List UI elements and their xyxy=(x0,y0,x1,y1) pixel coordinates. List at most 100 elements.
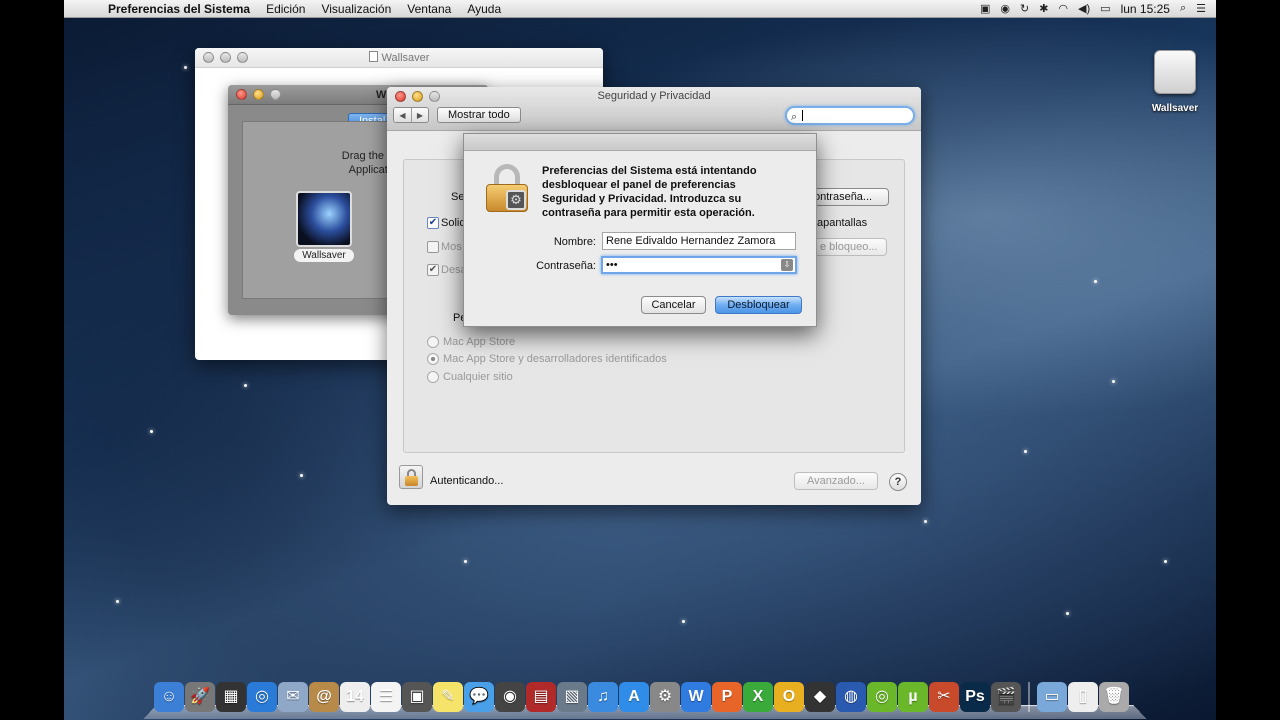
close-button[interactable] xyxy=(203,52,214,63)
utorrent-icon[interactable]: µ xyxy=(898,682,928,712)
minimize-button[interactable] xyxy=(253,89,264,100)
wallsaver-app-label: Wallsaver xyxy=(294,249,354,262)
wifi-icon[interactable]: ◠ xyxy=(1058,2,1068,15)
appstore-icon[interactable]: A xyxy=(619,682,649,712)
security-titlebar[interactable]: Seguridad y Privacidad ◀ ▶ Mostrar todo … xyxy=(387,87,921,131)
excel-icon[interactable]: X xyxy=(743,682,773,712)
screen-record-icon[interactable]: ▣ xyxy=(980,2,990,15)
bluetooth-icon[interactable]: ✱ xyxy=(1039,2,1048,15)
time-machine-icon[interactable]: ↻ xyxy=(1020,2,1029,15)
name-field[interactable]: Rene Edivaldo Hernandez Zamora xyxy=(602,232,796,250)
cancel-button[interactable]: Cancelar xyxy=(641,296,706,314)
messages-icon[interactable]: 💬 xyxy=(464,682,494,712)
mail-icon[interactable]: ✉ xyxy=(278,682,308,712)
reminders-icon[interactable]: ☰ xyxy=(371,682,401,712)
show-message-checkbox[interactable] xyxy=(427,241,439,253)
unlock-button[interactable]: Desbloquear xyxy=(715,296,802,314)
password-field[interactable]: ••• ⇩ xyxy=(601,256,797,274)
require-password-checkbox[interactable]: ✔ xyxy=(427,217,439,229)
show-message-label: Mos xyxy=(441,241,462,253)
calendar-icon[interactable]: 14 xyxy=(340,682,370,712)
clapper-icon[interactable]: 🎬 xyxy=(991,682,1021,712)
menu-ayuda[interactable]: Ayuda xyxy=(467,2,501,16)
finder-icon[interactable]: ☺ xyxy=(154,682,184,712)
dock-separator xyxy=(1028,682,1030,712)
zoom-button[interactable] xyxy=(270,89,281,100)
star xyxy=(300,474,303,477)
menu-visualizacion[interactable]: Visualización xyxy=(321,2,391,16)
mission-control-icon[interactable]: ▦ xyxy=(216,682,246,712)
lock-message-button[interactable]: e bloqueo... xyxy=(813,238,887,256)
close-button[interactable] xyxy=(236,89,247,100)
wallsaver-app-icon[interactable] xyxy=(296,191,352,247)
lock-button[interactable] xyxy=(399,465,423,489)
trash-icon[interactable]: 🗑 xyxy=(1099,682,1129,712)
help-button[interactable]: ? xyxy=(889,473,907,491)
star xyxy=(464,560,467,563)
window-controls xyxy=(395,91,440,102)
window-controls xyxy=(236,89,281,100)
radio-anywhere[interactable] xyxy=(427,371,439,383)
document-icon xyxy=(368,51,378,62)
back-arrow-icon[interactable]: ◀ xyxy=(394,108,411,122)
eye-icon[interactable]: ◉ xyxy=(1000,2,1010,15)
search-field[interactable]: ⌕ xyxy=(785,106,915,125)
radio-identified-developers[interactable] xyxy=(427,353,439,365)
itunes-icon[interactable]: ♫ xyxy=(588,682,618,712)
forward-arrow-icon[interactable]: ▶ xyxy=(411,108,428,122)
battery-icon[interactable]: ▭ xyxy=(1100,2,1110,15)
documents-icon[interactable]: ▯ xyxy=(1068,682,1098,712)
lock-icon xyxy=(405,476,418,486)
show-all-button[interactable]: Mostrar todo xyxy=(437,107,521,123)
change-password-button[interactable]: ontraseña... xyxy=(807,188,889,206)
wallsaver-titlebar[interactable]: Wallsaver xyxy=(195,48,603,68)
contacts-icon[interactable]: @ xyxy=(309,682,339,712)
star xyxy=(184,66,187,69)
iphoto-icon[interactable]: ▧ xyxy=(557,682,587,712)
photo-icon[interactable]: ▤ xyxy=(526,682,556,712)
menu-ventana[interactable]: Ventana xyxy=(407,2,451,16)
volume-icon[interactable]: ◀) xyxy=(1078,2,1090,15)
spotlight-icon[interactable]: ⌕ xyxy=(1180,2,1186,15)
advanced-button[interactable]: Avanzado... xyxy=(794,472,878,490)
tools-icon[interactable]: ✂ xyxy=(929,682,959,712)
system-preferences-icon[interactable]: ⚙ xyxy=(650,682,680,712)
launchpad-icon[interactable]: 🚀 xyxy=(185,682,215,712)
star xyxy=(1066,612,1069,615)
radio-mac-app-store[interactable] xyxy=(427,336,439,348)
gear-icon: ⚙ xyxy=(506,190,526,210)
installer-title: W xyxy=(376,89,387,101)
zoom-button[interactable] xyxy=(429,91,440,102)
outlook-icon[interactable]: O xyxy=(774,682,804,712)
photoshop-icon[interactable]: Ps xyxy=(960,682,990,712)
photobooth-icon[interactable]: ▣ xyxy=(402,682,432,712)
zoom-button[interactable] xyxy=(237,52,248,63)
keychain-icon[interactable]: ⇩ xyxy=(781,259,793,271)
menu-edicion[interactable]: Edición xyxy=(266,2,305,16)
notification-center-icon[interactable]: ☰ xyxy=(1196,2,1206,15)
desktop-drive[interactable]: Wallsaver xyxy=(1147,50,1203,114)
menu-app-name[interactable]: Preferencias del Sistema xyxy=(108,2,250,16)
safari-icon[interactable]: ◎ xyxy=(247,682,277,712)
theme-icon[interactable]: ◆ xyxy=(805,682,835,712)
star xyxy=(244,384,247,387)
word-icon[interactable]: W xyxy=(681,682,711,712)
window-controls xyxy=(203,52,248,63)
dock: ☺ 🚀 ▦ ◎ ✉ @14 ☰ ▣ ✎ 💬 ◉ ▤ ▧ ♫ A ⚙ W P X O ◆ ◍ ◎ µ ✂ Ps 🎬 ▭ ▯ 🗑 xyxy=(143,678,1147,720)
desktop: Preferencias del Sistema Edición Visuali… xyxy=(64,0,1216,720)
stickies-icon[interactable]: ✎ xyxy=(433,682,463,712)
security-toolbar: ◀ ▶ Mostrar todo xyxy=(393,107,521,123)
powerpoint-icon[interactable]: P xyxy=(712,682,742,712)
globe-icon[interactable]: ◍ xyxy=(836,682,866,712)
menu-clock[interactable]: lun 15:25 xyxy=(1121,2,1170,16)
facetime-icon[interactable]: ◉ xyxy=(495,682,525,712)
minimize-button[interactable] xyxy=(412,91,423,102)
star xyxy=(1164,560,1167,563)
applications-folder-icon[interactable]: ▭ xyxy=(1037,682,1067,712)
minimize-button[interactable] xyxy=(220,52,231,63)
spotify-icon[interactable]: ◎ xyxy=(867,682,897,712)
close-button[interactable] xyxy=(395,91,406,102)
auth-message: Preferencias del Sistema está intentando… xyxy=(542,165,757,219)
disable-autologin-checkbox[interactable]: ✔ xyxy=(427,264,439,276)
drive-label: Wallsaver xyxy=(1151,103,1199,114)
